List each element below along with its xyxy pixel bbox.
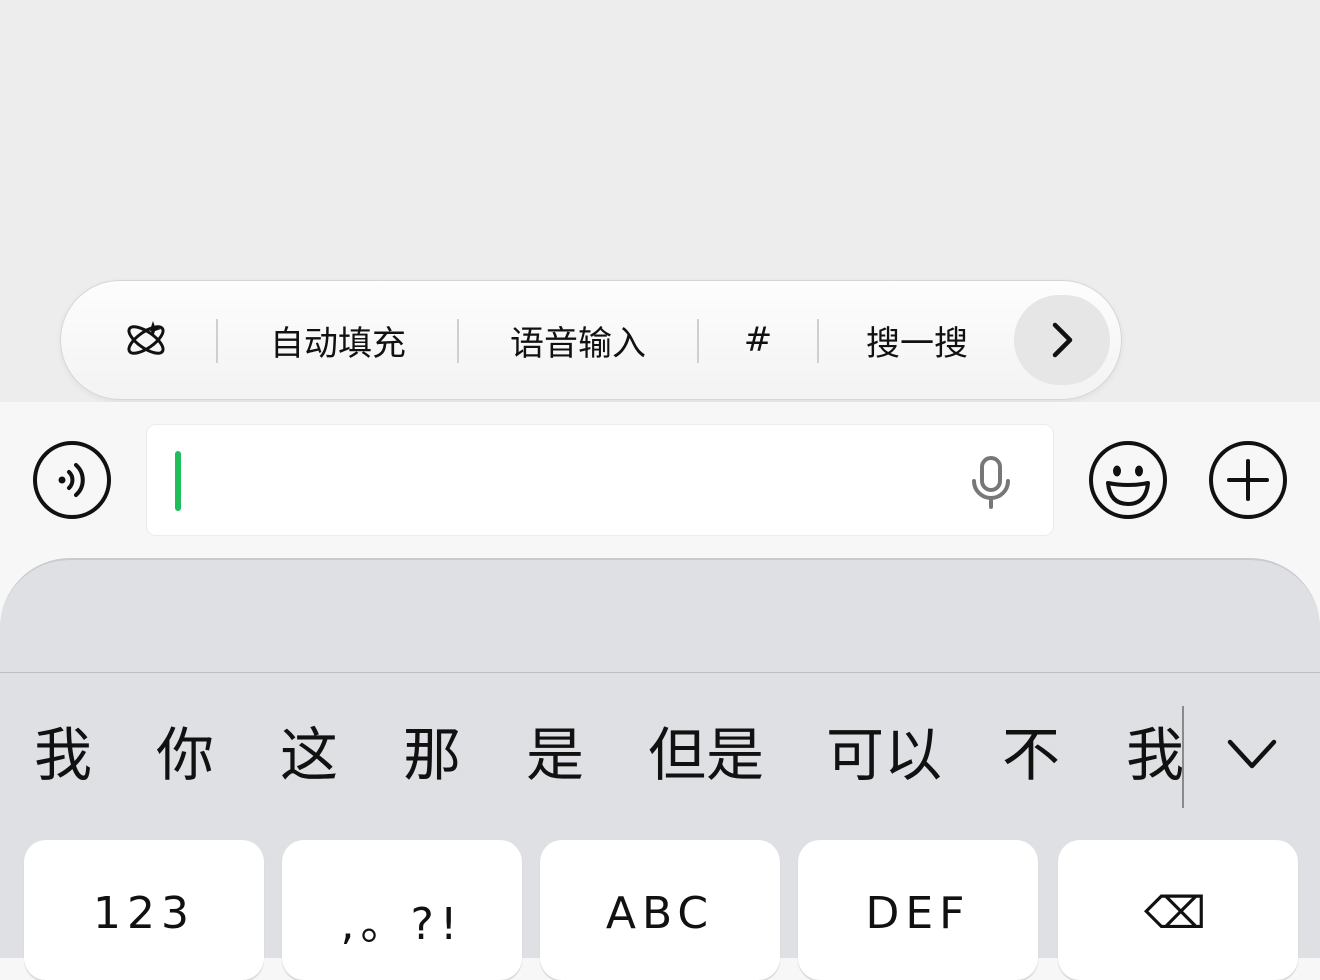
search-label: 搜一搜 xyxy=(866,323,968,364)
autofill-button[interactable]: 自动填充 xyxy=(219,281,457,399)
more-actions-button[interactable] xyxy=(1014,295,1110,385)
message-input[interactable] xyxy=(187,435,947,525)
key-label: ,。?! xyxy=(340,899,464,950)
candidate-word[interactable]: 但是 xyxy=(648,720,764,790)
divider xyxy=(216,319,218,363)
hashtag-label: # xyxy=(743,320,773,360)
voice-wave-icon[interactable] xyxy=(32,440,112,520)
voice-input-button[interactable]: 语音输入 xyxy=(459,281,697,399)
candidate-word[interactable]: 不 xyxy=(1002,720,1060,790)
candidate-word[interactable]: 我 xyxy=(34,720,92,790)
key-abc[interactable]: ABC xyxy=(540,840,780,980)
smiley-icon[interactable] xyxy=(1088,440,1168,520)
candidate-word[interactable]: 这 xyxy=(280,720,338,790)
plus-circle-icon[interactable] xyxy=(1208,440,1288,520)
backspace-icon: ⌫ xyxy=(1143,888,1213,939)
voice-input-label: 语音输入 xyxy=(510,323,646,364)
text-caret xyxy=(175,451,181,511)
key-label: ABC xyxy=(605,888,715,939)
candidate-word[interactable]: 可以 xyxy=(826,720,942,790)
divider xyxy=(0,672,1320,673)
ai-assist-button[interactable] xyxy=(101,281,191,399)
candidate-scroll-edge xyxy=(1182,706,1184,808)
key-def[interactable]: DEF xyxy=(798,840,1038,980)
microphone-icon[interactable] xyxy=(967,455,1015,511)
candidate-word[interactable]: 那 xyxy=(403,720,461,790)
hashtag-button[interactable]: # xyxy=(699,281,817,399)
message-text-field[interactable] xyxy=(146,424,1054,536)
key-label: DEF xyxy=(865,888,971,939)
chevron-right-icon xyxy=(1052,322,1073,358)
key-punctuation[interactable]: ,。?! xyxy=(282,840,522,980)
keyboard-panel: 我 你 这 那 是 但是 可以 不 我 123 ,。?! ABC DEF ⌫ xyxy=(0,558,1320,980)
candidate-word[interactable]: 我 xyxy=(1126,720,1182,790)
candidate-word[interactable]: 你 xyxy=(156,720,214,790)
key-label: 123 xyxy=(93,888,195,939)
quick-action-bar: 自动填充 语音输入 # 搜一搜 xyxy=(60,280,1122,400)
key-delete[interactable]: ⌫ xyxy=(1058,840,1298,980)
search-button[interactable]: 搜一搜 xyxy=(819,281,1015,399)
chevron-down-icon[interactable] xyxy=(1222,730,1282,780)
key-numbers[interactable]: 123 xyxy=(24,840,264,980)
candidate-word[interactable]: 是 xyxy=(526,720,584,790)
autofill-label: 自动填充 xyxy=(270,323,406,364)
atom-sparkle-icon xyxy=(127,321,165,355)
message-input-bar xyxy=(0,402,1320,560)
chat-background: 自动填充 语音输入 # 搜一搜 xyxy=(0,0,1320,402)
